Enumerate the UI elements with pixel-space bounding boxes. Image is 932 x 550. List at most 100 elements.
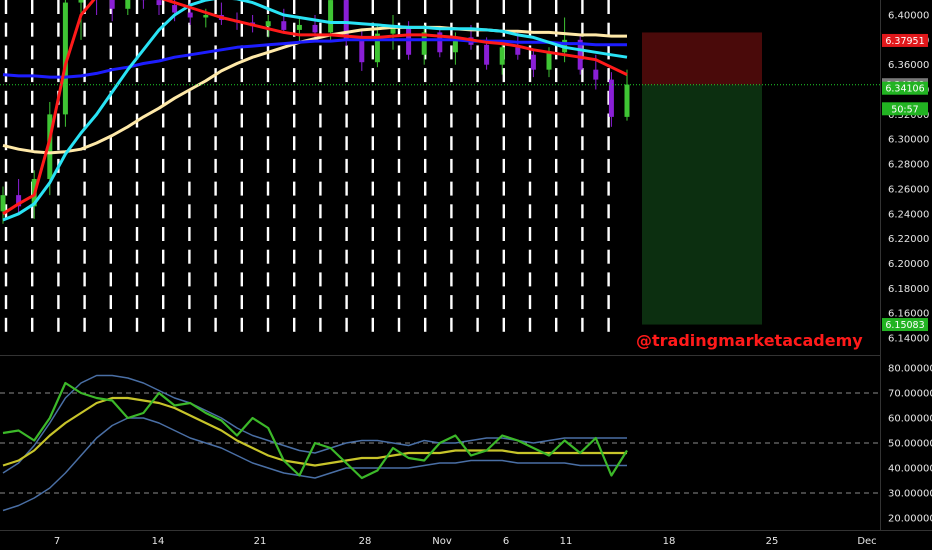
- grid-dash: [266, 249, 270, 264]
- price-tick-label: 6.40000: [888, 11, 929, 22]
- grid-dash: [450, 181, 453, 196]
- grid-dash: [555, 227, 558, 241]
- grid-dash: [240, 90, 243, 105]
- grid-dash: [162, 68, 165, 83]
- grid-dash: [188, 181, 191, 196]
- grid-dash: [607, 158, 610, 173]
- price-tick-label: 6.24000: [888, 209, 929, 220]
- grid-dash: [450, 136, 453, 151]
- chart-canvas[interactable]: 6.400006.380006.360006.340006.320006.300…: [0, 0, 932, 550]
- grid-dash: [31, 90, 34, 105]
- grid-dash: [319, 45, 322, 60]
- grid-dash: [502, 272, 505, 287]
- grid-dash: [476, 158, 479, 173]
- grid-dash: [371, 68, 374, 83]
- grid-dash: [345, 113, 348, 128]
- grid-dash: [135, 136, 139, 151]
- grid-dash: [266, 295, 270, 310]
- grid-dash: [188, 295, 191, 310]
- grid-dash: [266, 158, 270, 173]
- grid-dash: [450, 45, 453, 60]
- grid-dash: [293, 181, 296, 196]
- grid-dash: [424, 227, 427, 241]
- grid-dash: [424, 136, 427, 151]
- grid-dash: [214, 90, 217, 105]
- grid-dash: [528, 0, 532, 14]
- grid-dash: [397, 0, 401, 14]
- grid-dash: [319, 295, 322, 310]
- price-tick-label: 6.20000: [888, 259, 929, 270]
- grid-dash: [555, 317, 558, 332]
- oscillator-tick-label: 80.00000: [888, 364, 932, 375]
- grid-dash: [266, 272, 270, 287]
- reward-zone[interactable]: [642, 84, 762, 325]
- price-tick-label: 6.14000: [888, 334, 929, 345]
- grid-dash: [319, 317, 322, 332]
- grid-dash: [397, 181, 401, 196]
- grid-dash: [502, 68, 505, 83]
- grid-dash: [371, 90, 374, 105]
- candle-body: [172, 5, 178, 13]
- oscillator-tick-label: 50.00000: [888, 439, 932, 450]
- grid-dash: [266, 90, 270, 105]
- grid-dash: [528, 113, 532, 128]
- grid-dash: [450, 317, 453, 332]
- price-tick-label: 6.30000: [888, 135, 929, 146]
- grid-dash: [109, 22, 112, 37]
- grid-dash: [266, 136, 270, 151]
- grid-dash: [528, 272, 532, 287]
- grid-dash: [502, 249, 505, 264]
- price-tag-label: 6.37951: [885, 36, 924, 47]
- grid-dash: [450, 0, 453, 14]
- grid-dash: [397, 45, 401, 60]
- grid-dash: [162, 227, 165, 241]
- grid-dash: [450, 249, 453, 264]
- grid-dash: [555, 90, 558, 105]
- grid-dash: [450, 113, 453, 128]
- price-tick-label: 6.18000: [888, 284, 929, 295]
- grid-dash: [31, 136, 34, 151]
- candle-body: [0, 195, 6, 212]
- grid-dash: [555, 272, 558, 287]
- grid-dash: [345, 204, 348, 219]
- grid-dash: [555, 0, 558, 14]
- grid-dash: [214, 136, 217, 151]
- grid-dash: [162, 0, 165, 14]
- candle-body: [484, 44, 490, 65]
- grid-dash: [240, 181, 243, 196]
- grid-dash: [528, 181, 532, 196]
- grid-dash: [162, 45, 165, 60]
- grid-dash: [555, 204, 558, 219]
- grid-dash: [397, 227, 401, 241]
- risk-zone[interactable]: [642, 32, 762, 85]
- grid-dash: [83, 22, 86, 37]
- grid-dash: [57, 317, 60, 332]
- grid-dash: [31, 22, 34, 37]
- grid-dash: [319, 249, 322, 264]
- short-position-tool[interactable]: [642, 32, 762, 325]
- time-tick-label: 25: [766, 536, 779, 547]
- grid-dash: [345, 90, 348, 105]
- candle-body: [359, 39, 365, 63]
- candle-body: [499, 47, 505, 65]
- grid-dash: [607, 45, 610, 60]
- grid-dash: [581, 181, 584, 196]
- grid-dash: [135, 272, 139, 287]
- grid-dash: [476, 136, 479, 151]
- grid-dash: [424, 272, 427, 287]
- grid-dash: [397, 158, 401, 173]
- grid-dash: [424, 295, 427, 310]
- grid-dash: [345, 317, 348, 332]
- grid-dash: [31, 0, 34, 14]
- oscillator-tick-label: 30.00000: [888, 489, 932, 500]
- grid-dash: [214, 317, 217, 332]
- grid-dash: [581, 249, 584, 264]
- grid-dash: [450, 227, 453, 241]
- grid-dash: [502, 227, 505, 241]
- grid-dash: [528, 22, 532, 37]
- grid-dash: [135, 249, 139, 264]
- price-tick-label: 6.28000: [888, 160, 929, 171]
- grid-dash: [397, 272, 401, 287]
- grid-dash: [293, 295, 296, 310]
- grid-dash: [162, 113, 165, 128]
